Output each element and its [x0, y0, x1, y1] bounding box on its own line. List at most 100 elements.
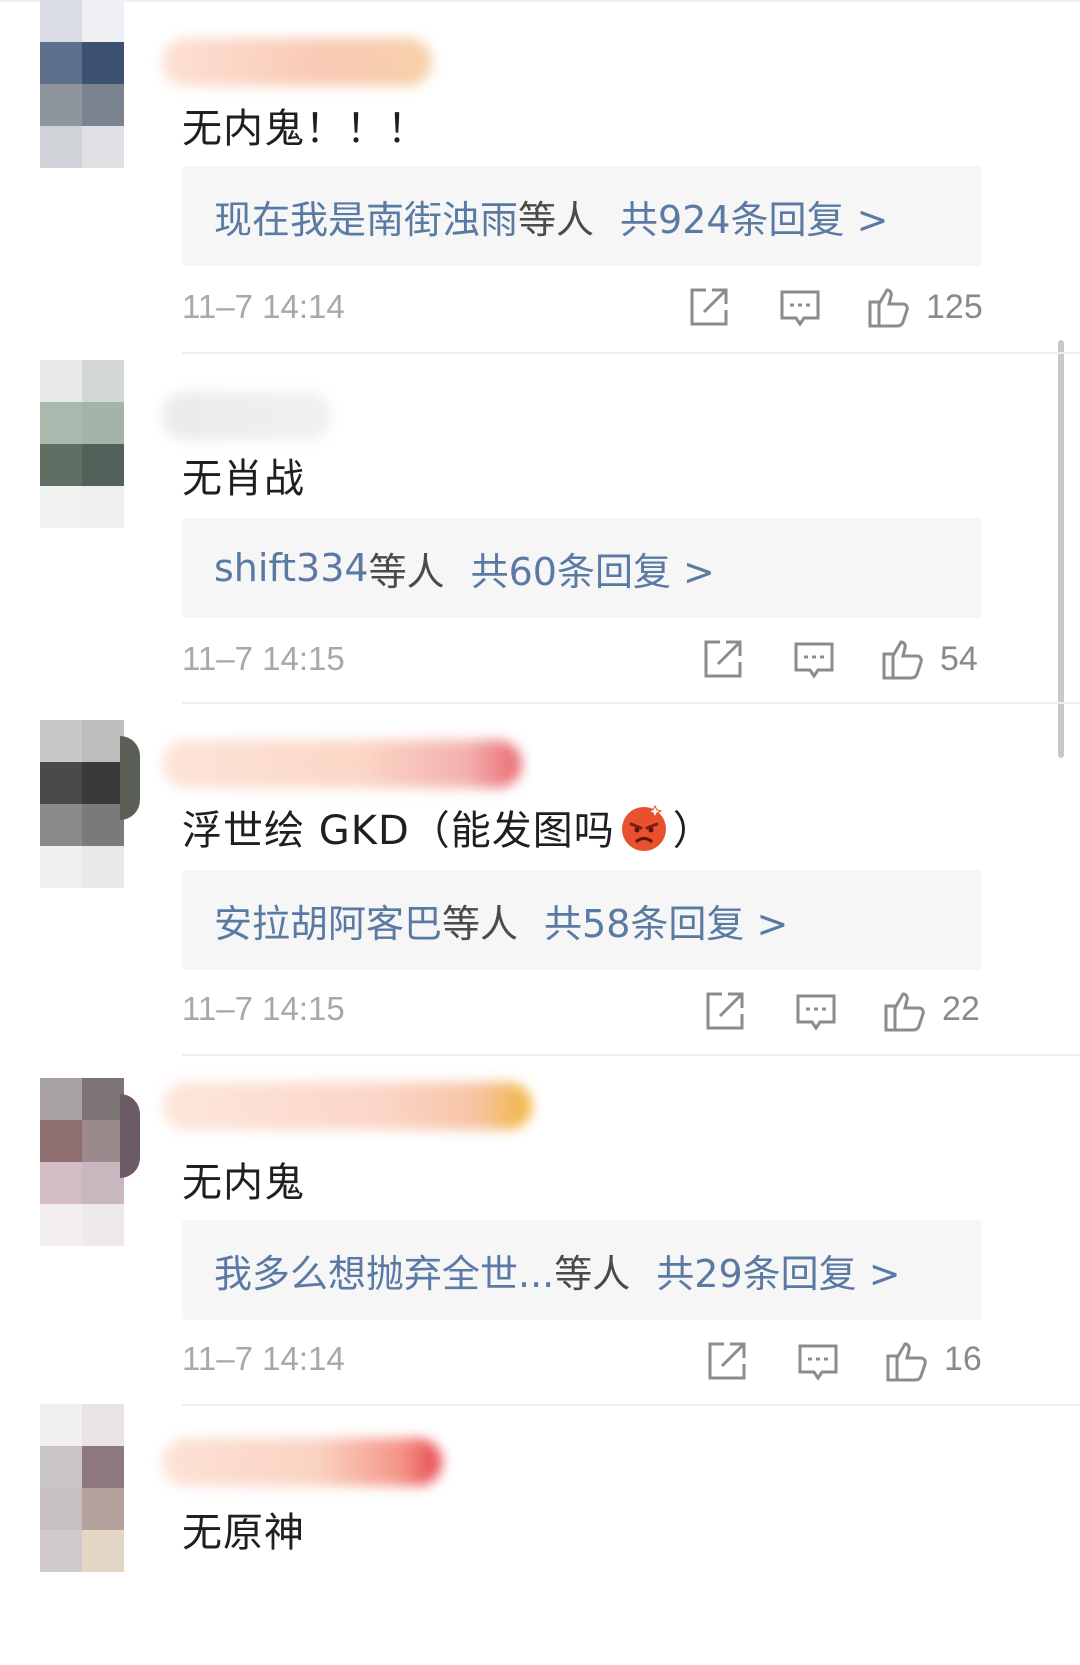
avatar-pixel	[82, 1078, 124, 1120]
comment-item: 无内鬼！！！ 现在我是南街浊雨 等人 共924条回复 > 11–7 14:14 …	[0, 0, 1080, 372]
comment-text: 无内鬼	[182, 1160, 305, 1206]
replies-summary[interactable]: 我多么想抛弃全世... 等人 共29条回复 >	[182, 1220, 982, 1320]
avatar-pixel	[82, 846, 124, 888]
avatar-pixel	[40, 1404, 82, 1446]
avatar-pixel	[40, 1120, 82, 1162]
like-icon[interactable]	[884, 1336, 932, 1384]
comment-item: 无肖战 shift334 等人 共60条回复 > 11–7 14:15 54	[0, 352, 1080, 724]
avatar-pixel	[82, 1446, 124, 1488]
comment-time: 11–7 14:14	[182, 1340, 345, 1377]
avatar-pixel	[82, 84, 124, 126]
reply-users: shift334	[214, 546, 369, 590]
comment-text: 无原神	[182, 1510, 305, 1556]
avatar[interactable]	[40, 720, 124, 888]
avatar-edge	[120, 736, 140, 820]
comment-time: 11–7 14:14	[182, 288, 345, 325]
comment-time: 11–7 14:15	[182, 640, 345, 677]
avatar-pixel	[82, 762, 124, 804]
reply-count: 共29条回复 >	[656, 1251, 901, 1296]
comment-text: 无肖战	[182, 456, 305, 502]
avatar-pixel	[82, 360, 124, 402]
avatar-pixel	[82, 0, 124, 42]
username-blurred[interactable]	[162, 1438, 442, 1486]
avatar[interactable]	[40, 360, 124, 528]
avatar-pixel	[82, 1530, 124, 1572]
avatar-pixel	[40, 1530, 82, 1572]
comment-time: 11–7 14:15	[182, 990, 345, 1027]
avatar-pixel	[40, 360, 82, 402]
avatar-pixel	[82, 402, 124, 444]
reply-users: 安拉胡阿客巴	[214, 901, 443, 946]
reply-count: 共58条回复 >	[544, 901, 789, 946]
avatar-edge	[120, 1094, 140, 1178]
like-count: 16	[944, 1340, 982, 1378]
avatar-pixel	[40, 1078, 82, 1120]
like-count: 125	[926, 288, 983, 326]
comment-item: 浮世绘 GKD（能发图吗 ） 安拉胡阿客巴 等人 共58条回复 > 11–7 1…	[0, 702, 1080, 1074]
avatar[interactable]	[40, 1404, 124, 1572]
avatar-pixel	[40, 444, 82, 486]
avatar-pixel	[40, 486, 82, 528]
avatar-pixel	[82, 720, 124, 762]
avatar-pixel	[82, 804, 124, 846]
avatar-pixel	[40, 846, 82, 888]
avatar-pixel	[40, 1488, 82, 1530]
avatar-pixel	[40, 762, 82, 804]
avatar-pixel	[40, 42, 82, 84]
username-blurred[interactable]	[162, 740, 522, 788]
share-icon[interactable]	[700, 988, 748, 1036]
username-blurred[interactable]	[162, 1082, 532, 1130]
reply-etal: 等人	[554, 1251, 631, 1296]
avatar-pixel	[82, 126, 124, 168]
comment-item: 无内鬼 我多么想抛弃全世... 等人 共29条回复 > 11–7 14:14 1…	[0, 1054, 1080, 1426]
replies-summary[interactable]: shift334 等人 共60条回复 >	[182, 518, 982, 618]
reply-users: 现在我是南街浊雨	[214, 197, 519, 242]
comment-icon[interactable]	[790, 636, 838, 684]
reply-count: 共924条回复 >	[620, 197, 889, 242]
avatar[interactable]	[40, 0, 124, 168]
comment-icon[interactable]	[794, 1338, 842, 1386]
like-icon[interactable]	[866, 282, 914, 330]
comment-text: 无内鬼！！！	[182, 106, 428, 152]
comment-icon[interactable]	[776, 284, 824, 332]
avatar-pixel	[82, 486, 124, 528]
avatar-pixel	[40, 720, 82, 762]
angry-emoji-icon	[621, 804, 666, 851]
avatar-pixel	[40, 1446, 82, 1488]
share-icon[interactable]	[702, 1338, 750, 1386]
avatar-pixel	[40, 126, 82, 168]
avatar-pixel	[40, 402, 82, 444]
replies-summary[interactable]: 安拉胡阿客巴 等人 共58条回复 >	[182, 870, 982, 970]
avatar-pixel	[82, 1162, 124, 1204]
avatar-pixel	[82, 1204, 124, 1246]
avatar-pixel	[82, 42, 124, 84]
share-icon[interactable]	[698, 636, 746, 684]
avatar-pixel	[82, 444, 124, 486]
like-icon[interactable]	[882, 986, 930, 1034]
avatar-pixel	[40, 1204, 82, 1246]
username-blurred[interactable]	[162, 38, 432, 86]
reply-etal: 等人	[518, 197, 595, 242]
avatar-pixel	[40, 84, 82, 126]
avatar-pixel	[40, 1162, 82, 1204]
like-count: 54	[940, 640, 978, 678]
comment-text-part: ）	[672, 808, 714, 854]
comment-icon[interactable]	[792, 988, 840, 1036]
avatar-pixel	[82, 1488, 124, 1530]
avatar-pixel	[40, 0, 82, 42]
reply-etal: 等人	[368, 549, 445, 594]
reply-users: 我多么想抛弃全世...	[214, 1251, 555, 1296]
replies-summary[interactable]: 现在我是南街浊雨 等人 共924条回复 >	[182, 166, 982, 266]
comment-item: 无原神	[0, 1404, 1080, 1665]
avatar-pixel	[40, 804, 82, 846]
reply-count: 共60条回复 >	[470, 549, 715, 594]
like-icon[interactable]	[880, 634, 928, 682]
share-icon[interactable]	[684, 284, 732, 332]
username-blurred[interactable]	[162, 392, 332, 440]
avatar-pixel	[82, 1120, 124, 1162]
avatar[interactable]	[40, 1078, 124, 1246]
comment-text-part: 浮世绘 GKD（能发图吗	[182, 808, 615, 854]
avatar-pixel	[82, 1404, 124, 1446]
reply-etal: 等人	[442, 901, 519, 946]
comment-text: 浮世绘 GKD（能发图吗 ）	[182, 798, 714, 856]
